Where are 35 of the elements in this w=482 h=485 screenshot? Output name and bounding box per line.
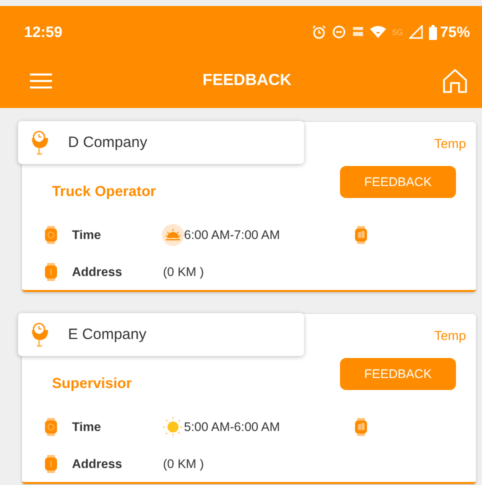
address-label: Address — [72, 264, 124, 278]
time-label: Time — [72, 228, 102, 242]
signal-icon — [408, 25, 423, 39]
network-type: 5G — [392, 28, 403, 36]
watch-icon — [354, 226, 368, 244]
company-name: D Company — [68, 134, 148, 151]
distance: (0 KM ) — [162, 456, 205, 470]
job-type: Temp — [434, 328, 466, 342]
watch-icon — [44, 454, 58, 472]
watch-icon — [354, 418, 368, 436]
job-type: Temp — [434, 136, 466, 150]
feedback-button[interactable]: FEEDBACK — [340, 166, 456, 198]
menu-icon[interactable] — [30, 73, 52, 89]
shift-time: 6:00 AM-7:00 AM — [184, 228, 281, 242]
page-title: FEEDBACK — [202, 72, 292, 90]
address-label: Address — [72, 456, 124, 470]
sun-icon — [162, 416, 184, 438]
status-time: 12:59 — [24, 24, 64, 40]
wifi-icon — [370, 25, 386, 39]
do-not-disturb-icon — [332, 25, 346, 39]
battery-icon — [428, 24, 437, 40]
watch-icon — [44, 262, 58, 280]
feedback-button[interactable]: FEEDBACK — [340, 358, 456, 390]
shift-time: 5:00 AM-6:00 AM — [184, 420, 281, 434]
watch-icon — [44, 226, 58, 244]
distance: (0 KM ) — [162, 264, 205, 278]
watch-icon — [44, 418, 58, 436]
time-label: Time — [72, 420, 102, 434]
alarm-icon — [312, 25, 326, 39]
job-role: Truck Operator — [52, 184, 156, 200]
company-name: E Company — [68, 326, 146, 343]
sunrise-icon — [162, 224, 184, 246]
job-role: Supervisior — [52, 376, 132, 392]
home-icon[interactable] — [442, 68, 468, 94]
battery-level: 75% — [440, 24, 470, 40]
